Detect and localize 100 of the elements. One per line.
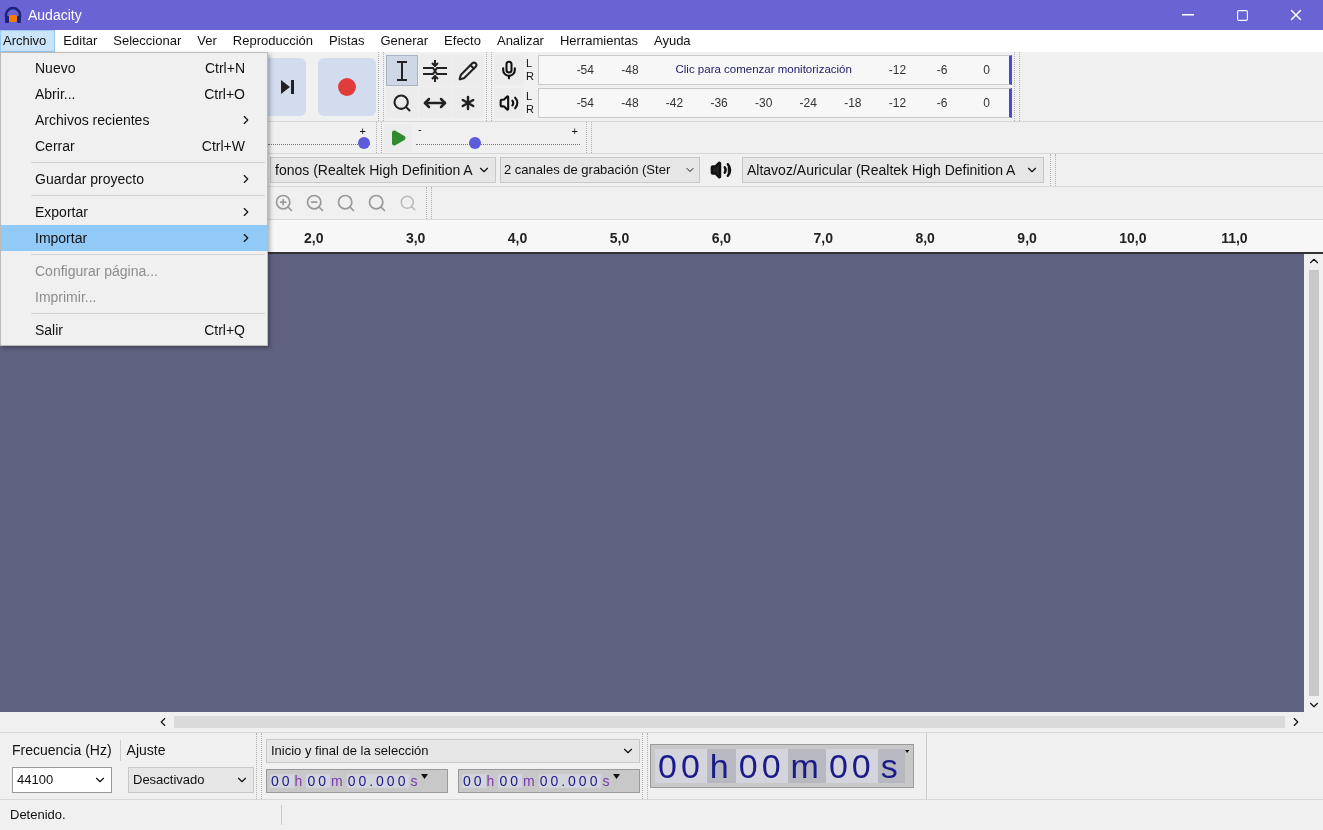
pencil-icon [458, 60, 478, 81]
menu-item[interactable]: Reproducción [224, 30, 321, 52]
tool-button[interactable] [386, 55, 418, 86]
ruler-label: 7,0 [813, 229, 834, 248]
tool-button[interactable] [452, 55, 484, 86]
meter-tick-label: -6 [935, 95, 949, 112]
dropdown-arrow-icon[interactable] [613, 774, 621, 779]
microphone-icon [499, 60, 519, 80]
meter-tick-label: -36 [709, 95, 729, 112]
menu-entry[interactable]: Archivos recientes [1, 107, 267, 133]
menu-entry[interactable]: Importar [1, 225, 267, 251]
menu-item[interactable]: Seleccionar [105, 30, 190, 52]
menu-item[interactable]: Ayuda [645, 30, 699, 52]
window-title: Audacity [28, 5, 82, 25]
speaker-icon [710, 159, 732, 181]
time-digits: 00 [735, 749, 788, 783]
ruler-label: 10,0 [1119, 229, 1148, 248]
time-unit: m [787, 749, 826, 783]
channel-label: L [526, 90, 534, 103]
time-digits: 00 [498, 774, 522, 788]
time-unit: s [409, 774, 422, 788]
playback-volume-slider[interactable]: - + [416, 124, 584, 151]
speaker-icon [499, 93, 519, 113]
dropdown-arrow-icon[interactable] [904, 749, 909, 754]
menu-item[interactable]: Pistas [321, 30, 373, 52]
menu-entry[interactable]: Cerrar Ctrl+W [1, 133, 267, 159]
menu-item[interactable]: Efecto [436, 30, 489, 52]
headphones-logo-icon [4, 6, 22, 24]
play-button[interactable] [384, 123, 412, 152]
ruler-label: 8,0 [915, 229, 936, 248]
recording-volume-slider[interactable]: + [268, 124, 374, 151]
meter-tick-label: -24 [798, 95, 818, 112]
ruler-label: 3,0 [405, 229, 427, 248]
time-digits: 00 [655, 749, 707, 783]
selection-mode-dropdown[interactable]: Inicio y final de la selección [266, 739, 640, 763]
meter-tick-label: 0 [982, 95, 991, 112]
tool-button[interactable] [419, 87, 451, 118]
time-digits: 00 [306, 774, 330, 788]
time-field[interactable]: 00 h 00 m 00.000 s [458, 769, 640, 793]
playback-device-dropdown[interactable]: Altavoz/Auricular (Realtek High Definition A [742, 157, 1044, 183]
time-unit: h [485, 774, 499, 788]
slider-thumb[interactable] [358, 136, 370, 149]
speaker-button[interactable] [494, 88, 524, 118]
meter-tick-label: -54 [575, 62, 595, 79]
minimize-icon [1182, 14, 1194, 16]
snap-dropdown[interactable]: Desactivado [128, 766, 254, 793]
level-meter[interactable]: -54 -48 Clic para comenzar monitorización -12 -6 0 [538, 55, 1012, 85]
play-icon [389, 128, 407, 147]
ruler-label: 6,0 [711, 229, 733, 248]
meter-tick-label: -48 [620, 62, 640, 79]
menu-entry[interactable]: Guardar proyecto [1, 166, 267, 192]
time-unit: m [329, 774, 347, 788]
meter-tick-label: 0 [982, 62, 991, 79]
meter-tick-label: -48 [620, 95, 640, 112]
ruler-label: 5,0 [609, 229, 631, 248]
menu-entry[interactable]: Salir Ctrl+Q [1, 317, 267, 343]
zoom-out-icon [305, 193, 325, 213]
zoom-in-icon [274, 193, 294, 213]
maximize-icon [1235, 8, 1249, 22]
menu-item[interactable]: Archivo [0, 30, 56, 52]
meter-tick-label: -12 [887, 62, 908, 79]
magnifier-icon [392, 92, 412, 113]
channels-dropdown[interactable]: 2 canales de grabación (Ster [500, 157, 700, 183]
dropdown-arrow-icon[interactable] [421, 774, 429, 779]
time-field[interactable]: 00 h 00 m 00 s [650, 744, 914, 788]
menu-entry[interactable]: Abrir... Ctrl+O [1, 81, 267, 107]
menu-item[interactable]: Generar [372, 30, 437, 52]
rate-label: Frecuencia (Hz) [12, 740, 112, 760]
meter-tick-label: -6 [935, 62, 949, 79]
time-digits: 00.000 [538, 774, 602, 788]
meter-hint: Clic para comenzar monitorización [674, 62, 853, 78]
skip-end-icon [279, 79, 295, 94]
microphone-button[interactable] [494, 55, 524, 85]
tool-button[interactable] [419, 55, 451, 86]
magnifier-icon [399, 194, 417, 212]
time-digits: 00 [462, 774, 486, 788]
ruler-label: 11,0 [1221, 229, 1249, 248]
menu-item[interactable]: Editar [55, 30, 106, 52]
tool-button[interactable] [452, 87, 484, 118]
level-meter[interactable]: -54 -48 -42 -36 -30 -24 -18 -12 -6 0 [538, 88, 1012, 118]
time-field[interactable]: 00 h 00 m 00.000 s [266, 769, 448, 793]
menu-item[interactable]: Herramientas [551, 30, 646, 52]
meter-tick-label: -12 [887, 95, 908, 112]
skip-end-button[interactable] [268, 57, 306, 116]
rate-dropdown[interactable]: 44100 [12, 766, 112, 793]
ruler-label: 4,0 [507, 229, 529, 248]
tool-button[interactable] [386, 87, 418, 118]
channel-label: L [526, 57, 534, 70]
time-unit: h [706, 749, 736, 783]
ruler-label: 9,0 [1017, 229, 1038, 248]
menu-entry[interactable]: Nuevo Ctrl+N [1, 55, 267, 81]
menu-item[interactable]: Ver [189, 30, 225, 52]
recording-device-dropdown[interactable]: fonos (Realtek High Definition A [270, 157, 496, 183]
magnifier-icon [336, 193, 356, 213]
max-label: + [571, 123, 578, 139]
menu-item[interactable]: Analizar [488, 30, 552, 52]
time-digits: 00 [270, 774, 294, 788]
status-text: Detenido. [0, 805, 282, 825]
slider-thumb[interactable] [469, 136, 482, 149]
record-button[interactable] [318, 57, 376, 116]
